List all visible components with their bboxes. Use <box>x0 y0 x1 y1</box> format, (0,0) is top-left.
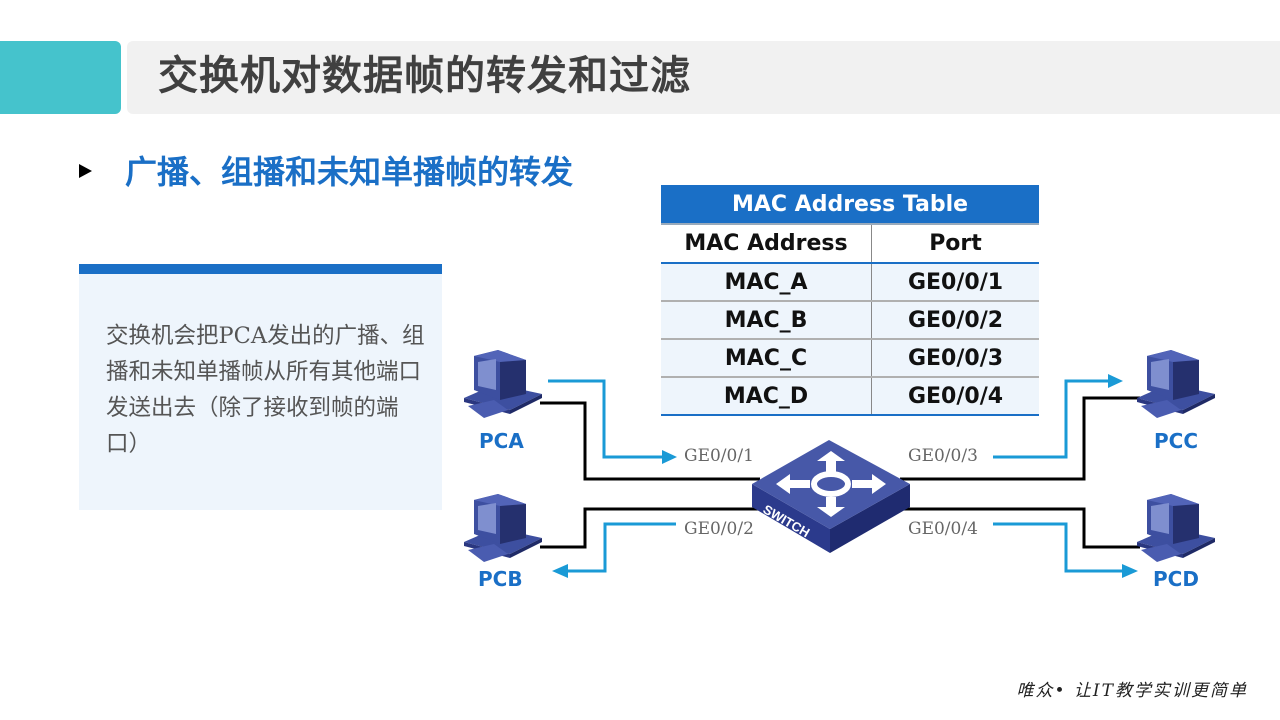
computer-icon-pcd <box>1137 494 1215 562</box>
flow-from-pca <box>548 379 664 459</box>
arrowhead-icon <box>662 450 677 464</box>
port-label-ge003: GE0/0/3 <box>908 446 978 466</box>
host-label-pcc: PCC <box>1154 429 1199 453</box>
host-label-pcd: PCD <box>1153 567 1199 591</box>
network-diagram: SWITCH <box>464 350 1215 578</box>
switch-icon: SWITCH <box>752 440 910 553</box>
footer-slogan: 唯众• 让IT教学实训更简单 <box>1016 681 1248 701</box>
computer-icon-pca <box>464 350 542 418</box>
port-label-ge004: GE0/0/4 <box>908 519 978 539</box>
host-label-pca: PCA <box>479 429 524 453</box>
link-pcc <box>900 396 1140 481</box>
port-label-ge001: GE0/0/1 <box>684 446 754 466</box>
arrowhead-icon <box>1122 564 1138 578</box>
port-label-ge002: GE0/0/2 <box>684 519 754 539</box>
computer-icon-pcc <box>1137 350 1215 418</box>
arrowhead-icon <box>552 564 568 578</box>
flow-to-pcc <box>993 379 1110 459</box>
arrowhead-icon <box>1108 374 1123 388</box>
computer-icon-pcb <box>464 494 542 562</box>
link-pca <box>540 401 760 481</box>
host-label-pcb: PCB <box>478 567 523 591</box>
